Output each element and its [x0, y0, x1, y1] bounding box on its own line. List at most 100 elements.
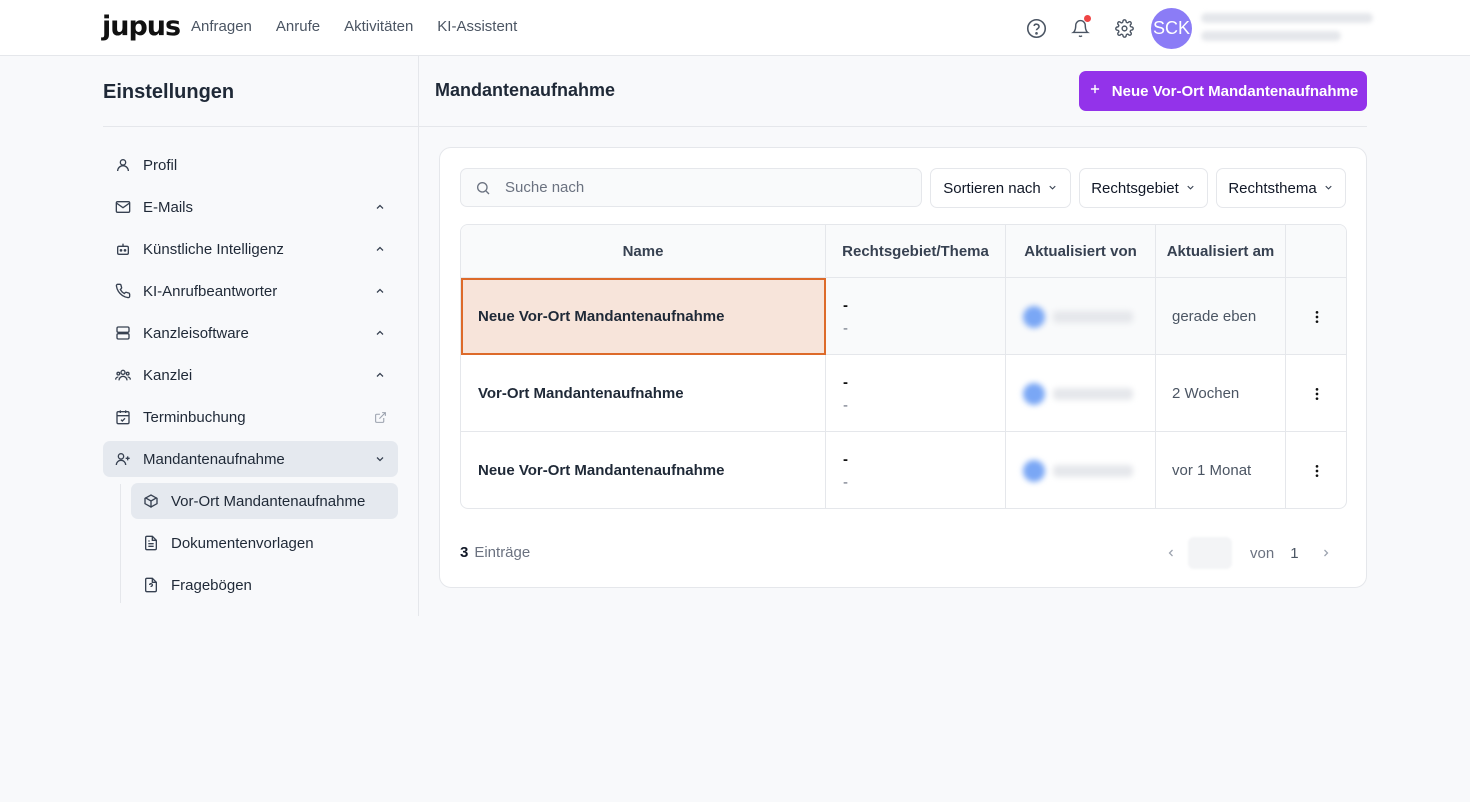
- external-link-icon[interactable]: [362, 411, 398, 424]
- sidebar-subitem-vor-ort[interactable]: Vor-Ort Mandantenaufnahme: [131, 483, 398, 519]
- row-updated-by-redacted: [1006, 355, 1156, 432]
- file-text-icon: [131, 535, 171, 551]
- new-intake-button[interactable]: Neue Vor-Ort Mandantenaufnahme: [1079, 71, 1367, 111]
- more-vertical-icon[interactable]: [1286, 355, 1346, 432]
- chevron-down-icon[interactable]: [362, 453, 398, 465]
- sidebar-item-label: Terminbuchung: [143, 408, 246, 426]
- search-box[interactable]: [460, 168, 922, 207]
- settings-sidebar: Einstellungen Profil E-Mails Künstliche …: [0, 56, 419, 616]
- chevron-up-icon[interactable]: [362, 369, 398, 381]
- sort-dropdown-label: Sortieren nach: [943, 179, 1041, 197]
- column-header-name[interactable]: Name: [461, 225, 826, 278]
- users-icon: [103, 367, 143, 383]
- sidebar-item-label: Künstliche Intelligenz: [143, 240, 284, 258]
- sidebar-subitem-frageboegen[interactable]: Fragebögen: [131, 567, 398, 603]
- page-total: 1: [1290, 544, 1299, 562]
- sidebar-item-terminbuchung[interactable]: Terminbuchung: [103, 399, 398, 435]
- row-name[interactable]: Neue Vor-Ort Mandantenaufnahme: [461, 432, 826, 508]
- sidebar-subitem-label: Fragebögen: [171, 576, 252, 594]
- nav-item-aktivitaeten[interactable]: Aktivitäten: [344, 18, 413, 35]
- chevron-up-icon[interactable]: [362, 201, 398, 213]
- bell-icon[interactable]: [1069, 15, 1091, 39]
- row-updated-at: 2 Wochen: [1156, 355, 1286, 432]
- entry-count: 3 Einträge: [460, 544, 530, 561]
- sidebar-item-label: Kanzleisoftware: [143, 324, 249, 342]
- sidebar-title: Einstellungen: [103, 81, 235, 103]
- row-area-topic: - -: [826, 355, 1006, 432]
- sidebar-item-profil[interactable]: Profil: [103, 147, 398, 183]
- sidebar-subitem-label: Dokumentenvorlagen: [171, 534, 314, 552]
- sort-dropdown[interactable]: Sortieren nach: [930, 168, 1071, 208]
- column-header-actions: [1286, 225, 1346, 278]
- chevron-up-icon[interactable]: [362, 243, 398, 255]
- row-topic: -: [843, 319, 848, 337]
- main-nav: Anfragen Anrufe Aktivitäten KI-Assistent: [191, 18, 517, 35]
- chevron-left-icon[interactable]: [1160, 547, 1182, 559]
- rechtsgebiet-filter-label: Rechtsgebiet: [1091, 179, 1179, 197]
- gear-icon[interactable]: [1113, 17, 1135, 39]
- page-of-label: von: [1250, 544, 1275, 562]
- row-name[interactable]: Vor-Ort Mandantenaufnahme: [461, 355, 826, 432]
- sidebar-item-ki[interactable]: Künstliche Intelligenz: [103, 231, 398, 267]
- table-row[interactable]: Neue Vor-Ort Mandantenaufnahme - - vor 1…: [461, 432, 1346, 508]
- intake-card: Sortieren nach Rechtsgebiet Rechtsthema …: [439, 147, 1367, 588]
- pagination: von 1: [1160, 536, 1340, 570]
- row-updated-at: gerade eben: [1156, 278, 1286, 355]
- notification-dot: [1084, 15, 1091, 22]
- sidebar-item-emails[interactable]: E-Mails: [103, 189, 398, 225]
- sidebar-item-label: KI-Anrufbeantworter: [143, 282, 278, 300]
- box-icon: [131, 493, 171, 509]
- chevron-down-icon: [1185, 180, 1196, 197]
- chevron-right-icon[interactable]: [1315, 547, 1337, 559]
- rechtsthema-filter[interactable]: Rechtsthema: [1216, 168, 1346, 208]
- search-input[interactable]: [505, 179, 905, 196]
- column-header-updated-by[interactable]: Aktualisiert von: [1006, 225, 1156, 278]
- rechtsgebiet-filter[interactable]: Rechtsgebiet: [1079, 168, 1208, 208]
- avatar[interactable]: SCK: [1151, 8, 1192, 49]
- sidebar-item-ki-anrufbeantworter[interactable]: KI-Anrufbeantworter: [103, 273, 398, 309]
- user-info-redacted[interactable]: [1201, 13, 1373, 45]
- table-row[interactable]: Vor-Ort Mandantenaufnahme - - 2 Wochen: [461, 355, 1346, 432]
- help-icon[interactable]: [1025, 17, 1047, 39]
- chevron-up-icon[interactable]: [362, 327, 398, 339]
- row-area: -: [843, 373, 848, 391]
- row-updated-by-redacted: [1006, 278, 1156, 355]
- page-input[interactable]: [1188, 537, 1232, 569]
- user-plus-icon: [103, 451, 143, 467]
- sidebar-item-kanzlei[interactable]: Kanzlei: [103, 357, 398, 393]
- more-vertical-icon[interactable]: [1286, 432, 1346, 508]
- sidebar-item-label: E-Mails: [143, 198, 194, 216]
- top-bar: jupus Anfragen Anrufe Aktivitäten KI-Ass…: [0, 0, 1470, 56]
- rechtsthema-filter-label: Rechtsthema: [1228, 179, 1317, 197]
- calendar-check-icon: [103, 409, 143, 425]
- table-header: Name Rechtsgebiet/Thema Aktualisiert von…: [461, 225, 1346, 278]
- row-topic: -: [843, 396, 848, 414]
- sidebar-item-label: Mandantenaufnahme: [143, 450, 285, 468]
- sidebar-subitem-label: Vor-Ort Mandantenaufnahme: [171, 492, 366, 510]
- app-logo[interactable]: jupus: [102, 11, 181, 42]
- nav-item-anrufe[interactable]: Anrufe: [276, 18, 320, 35]
- row-updated-by-redacted: [1006, 432, 1156, 508]
- more-vertical-icon[interactable]: [1286, 278, 1346, 355]
- column-header-rechtsgebiet[interactable]: Rechtsgebiet/Thema: [826, 225, 1006, 278]
- phone-icon: [103, 283, 143, 299]
- row-area-topic: - -: [826, 432, 1006, 508]
- chevron-up-icon[interactable]: [362, 285, 398, 297]
- entry-count-value: 3: [460, 544, 469, 561]
- submenu-line: [120, 484, 121, 603]
- nav-item-ki-assistent[interactable]: KI-Assistent: [437, 18, 517, 35]
- column-header-updated-at[interactable]: Aktualisiert am: [1156, 225, 1286, 278]
- nav-item-anfragen[interactable]: Anfragen: [191, 18, 252, 35]
- new-intake-button-label: Neue Vor-Ort Mandantenaufnahme: [1111, 82, 1359, 100]
- table-row[interactable]: Neue Vor-Ort Mandantenaufnahme - - gerad…: [461, 278, 1346, 355]
- chevron-down-icon: [1047, 180, 1058, 197]
- sidebar-item-label: Profil: [143, 156, 178, 174]
- row-name[interactable]: Neue Vor-Ort Mandantenaufnahme: [461, 278, 826, 355]
- sidebar-subitem-dokumentenvorlagen[interactable]: Dokumentenvorlagen: [131, 525, 398, 561]
- page-title: Mandantenaufnahme: [435, 80, 616, 100]
- mail-icon: [103, 199, 143, 215]
- sidebar-item-mandantenaufnahme[interactable]: Mandantenaufnahme: [103, 441, 398, 477]
- sidebar-item-kanzleisoftware[interactable]: Kanzleisoftware: [103, 315, 398, 351]
- row-area-topic: - -: [826, 278, 1006, 355]
- divider: [419, 126, 1367, 127]
